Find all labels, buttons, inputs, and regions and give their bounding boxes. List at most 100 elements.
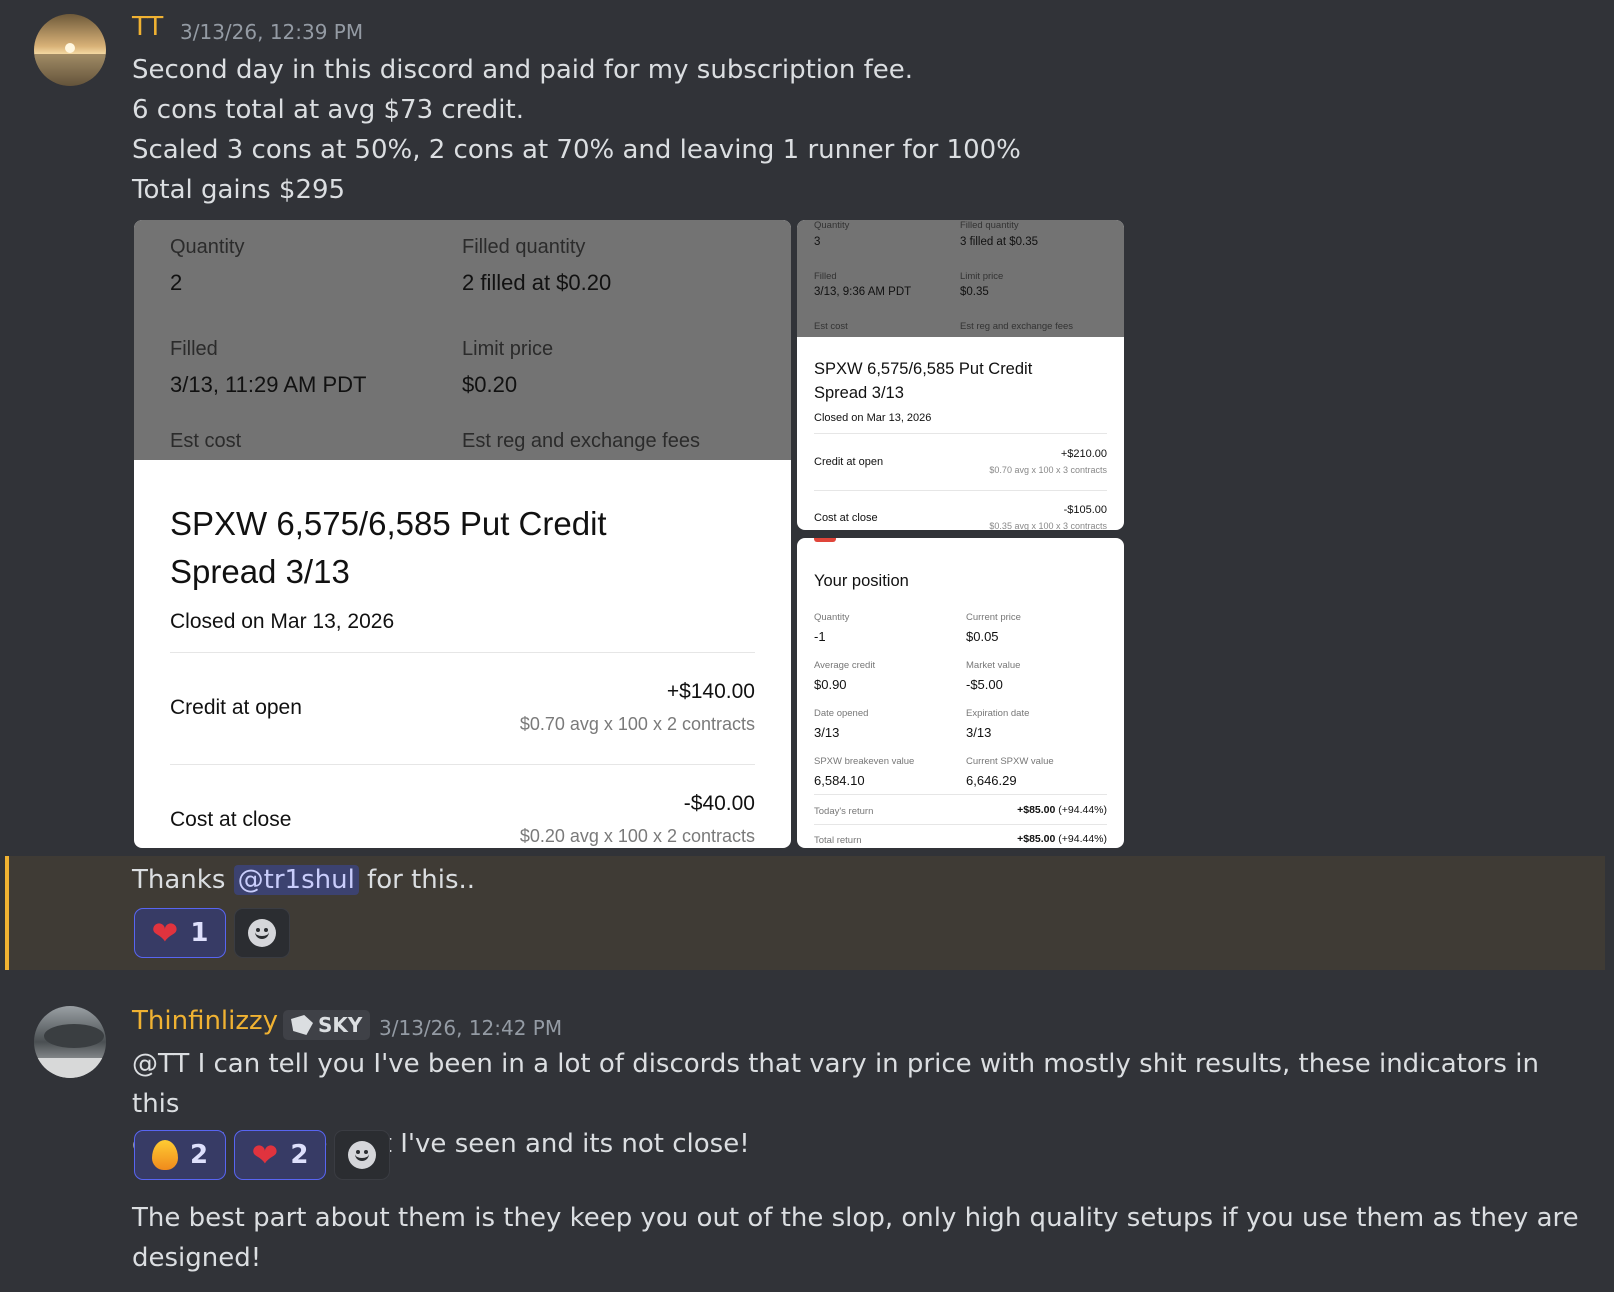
limit-price-value: $0.20 bbox=[462, 372, 518, 397]
filled-quantity-value: 3 filled at $0.35 bbox=[960, 236, 1039, 248]
est-fees-label: Est reg and exchange fees bbox=[462, 430, 700, 452]
add-reaction-button[interactable] bbox=[334, 1130, 390, 1180]
market-value-label: Market value bbox=[966, 660, 1021, 671]
todays-return: +$85.00 (+94.44%) bbox=[1017, 804, 1107, 816]
todays-return-percent: (+94.44%) bbox=[1055, 804, 1107, 816]
credit-at-open-value: +$210.00 bbox=[1060, 448, 1107, 460]
message-line: @TT I can tell you I've been in a lot of… bbox=[132, 1049, 1539, 1119]
smiley-icon bbox=[248, 919, 276, 947]
current-price-value: $0.05 bbox=[966, 629, 999, 644]
author-name[interactable]: Thinfinlizzy bbox=[132, 1006, 278, 1036]
image-attachment-order-detail-small[interactable]: Quantity 3 Filled quantity 3 filled at $… bbox=[797, 220, 1124, 530]
expiration-date-value: 3/13 bbox=[966, 725, 992, 740]
quantity-label: Quantity bbox=[170, 236, 245, 258]
divider bbox=[814, 490, 1107, 491]
credit-at-open-detail: $0.70 avg x 100 x 2 contracts bbox=[519, 714, 755, 734]
user-avatar-thinfinlizzy[interactable] bbox=[34, 1006, 106, 1078]
filled-label: Filled bbox=[814, 271, 837, 282]
limit-price-value: $0.35 bbox=[960, 286, 989, 298]
est-cost-label: Est cost bbox=[814, 321, 848, 332]
filled-quantity-label: Filled quantity bbox=[960, 220, 1019, 231]
credit-at-open-value: +$140.00 bbox=[666, 680, 755, 703]
quantity-label: Quantity bbox=[814, 220, 850, 231]
breakeven-value: 6,584.10 bbox=[814, 773, 865, 788]
todays-return-label: Today's return bbox=[814, 806, 874, 817]
filled-quantity-value: 2 filled at $0.20 bbox=[462, 270, 612, 295]
total-return-percent: (+94.44%) bbox=[1055, 833, 1107, 845]
image-attachment-position[interactable]: Your position Quantity -1 Current price … bbox=[797, 538, 1124, 848]
reaction-count: 2 bbox=[290, 1140, 309, 1170]
message-timestamp: 3/13/26, 12:39 PM bbox=[180, 20, 364, 44]
spread-title: SPXW 6,575/6,585 Put Credit Spread 3/13 bbox=[814, 357, 1032, 405]
market-value-value: -$5.00 bbox=[966, 677, 1003, 692]
average-credit-label: Average credit bbox=[814, 660, 876, 671]
message-line: Scaled 3 cons at 50%, 2 cons at 70% and … bbox=[132, 135, 1021, 165]
message-line: designed! bbox=[132, 1243, 262, 1273]
user-mention[interactable]: @tr1shul bbox=[233, 865, 359, 895]
current-price-label: Current price bbox=[966, 612, 1021, 623]
limit-price-label: Limit price bbox=[960, 271, 1004, 282]
breakeven-label: SPXW breakeven value bbox=[814, 756, 915, 767]
reaction-fire[interactable]: 2 bbox=[134, 1130, 226, 1180]
smiley-icon bbox=[348, 1141, 376, 1169]
average-credit-value: $0.90 bbox=[814, 677, 847, 692]
server-tag-badge[interactable]: SKY bbox=[283, 1010, 371, 1040]
todays-return-value: +$85.00 bbox=[1017, 804, 1056, 816]
spread-title-line: Spread 3/13 bbox=[814, 384, 904, 402]
your-position-heading: Your position bbox=[814, 572, 909, 590]
divider bbox=[814, 794, 1107, 795]
thanks-prefix: Thanks bbox=[132, 865, 234, 895]
reaction-count: 1 bbox=[190, 918, 209, 948]
closed-on: Closed on Mar 13, 2026 bbox=[170, 610, 395, 633]
total-return-value: +$85.00 bbox=[1017, 833, 1056, 845]
total-return: +$85.00 (+94.44%) bbox=[1017, 833, 1107, 845]
closed-on: Closed on Mar 13, 2026 bbox=[814, 412, 932, 424]
divider bbox=[814, 433, 1107, 434]
quantity-value: 2 bbox=[170, 270, 183, 295]
cost-at-close-detail: $0.20 avg x 100 x 2 contracts bbox=[519, 826, 755, 846]
filled-label: Filled bbox=[170, 338, 218, 360]
reaction-count: 2 bbox=[189, 1140, 209, 1170]
server-tag-label: SKY bbox=[318, 1013, 363, 1037]
credit-at-open-label: Credit at open bbox=[170, 696, 302, 719]
image-attachment-order-detail[interactable]: Quantity 2 Filled quantity 2 filled at $… bbox=[134, 220, 791, 848]
message-body: The best part about them is they keep yo… bbox=[132, 1198, 1592, 1278]
filled-value: 3/13, 9:36 AM PDT bbox=[814, 286, 912, 298]
heart-icon: ❤ bbox=[251, 1136, 279, 1174]
reaction-heart[interactable]: ❤ 1 bbox=[134, 908, 226, 958]
date-opened-value: 3/13 bbox=[814, 725, 840, 740]
filled-value: 3/13, 11:29 AM PDT bbox=[170, 372, 367, 397]
divider bbox=[814, 824, 1107, 825]
quantity-value: 3 bbox=[814, 236, 821, 248]
quantity-label: Quantity bbox=[814, 612, 850, 623]
tag-icon bbox=[291, 1015, 313, 1035]
date-opened-label: Date opened bbox=[814, 708, 869, 719]
spread-title-line: Spread 3/13 bbox=[170, 553, 350, 590]
current-spxw-value: 6,646.29 bbox=[966, 773, 1017, 788]
author-name[interactable]: TT bbox=[132, 12, 163, 42]
fire-icon bbox=[151, 1140, 178, 1170]
current-spxw-label: Current SPXW value bbox=[966, 756, 1054, 767]
add-reaction-button[interactable] bbox=[234, 908, 290, 958]
heart-icon: ❤ bbox=[151, 914, 179, 952]
total-return-label: Total return bbox=[814, 835, 862, 846]
reaction-heart[interactable]: ❤ 2 bbox=[234, 1130, 326, 1180]
cost-at-close-detail: $0.35 avg x 100 x 3 contracts bbox=[989, 521, 1107, 530]
divider bbox=[170, 764, 755, 765]
quantity-value: -1 bbox=[814, 629, 826, 644]
message-body: Second day in this discord and paid for … bbox=[132, 50, 1532, 210]
est-fees-label: Est reg and exchange fees bbox=[960, 321, 1074, 332]
thanks-message: Thanks @tr1shul for this.. bbox=[132, 860, 475, 900]
red-tab-indicator bbox=[814, 538, 836, 542]
thanks-suffix: for this.. bbox=[358, 865, 476, 895]
cost-at-close-label: Cost at close bbox=[170, 808, 292, 831]
expiration-date-label: Expiration date bbox=[966, 708, 1030, 719]
credit-at-open-label: Credit at open bbox=[814, 456, 884, 468]
credit-at-open-detail: $0.70 avg x 100 x 3 contracts bbox=[989, 465, 1107, 475]
message-line: Total gains $295 bbox=[132, 175, 346, 205]
cost-at-close-value: -$40.00 bbox=[683, 792, 755, 815]
spread-title-line: SPXW 6,575/6,585 Put Credit bbox=[814, 360, 1033, 378]
spread-title-line: SPXW 6,575/6,585 Put Credit bbox=[170, 505, 607, 542]
message-timestamp: 3/13/26, 12:42 PM bbox=[379, 1016, 563, 1040]
user-avatar-tt[interactable] bbox=[34, 14, 106, 86]
